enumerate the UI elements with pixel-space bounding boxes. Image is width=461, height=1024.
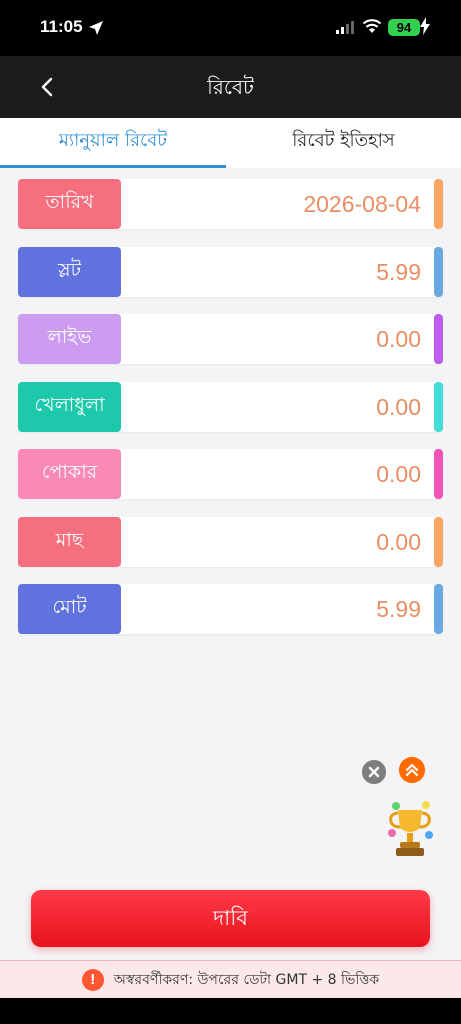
timezone-disclaimer: ! অস্বরবর্ণীকরণ: উপরের ডেটা GMT + 8 ভিত্… [0,960,461,998]
row-label: স্লট [18,246,121,297]
location-arrow-icon [89,21,103,35]
row-poker: পোকার 0.00 [18,449,443,499]
row-value: 5.99 [376,258,421,285]
charging-bolt-icon [420,17,430,35]
row-value: 0.00 [376,326,421,352]
row-label: তারিখ [18,179,121,229]
row-color-stripe [434,179,443,229]
row-color-stripe [434,314,443,364]
row-color-stripe [434,449,443,499]
row-label: পোকার [18,449,121,499]
row-label: খেলাধুলা [18,381,121,432]
disclaimer-text: অস্বরবর্ণীকরণ: উপরের ডেটা GMT + 8 ভিত্তি… [113,971,380,988]
row-value: 2026-08-04 [303,191,421,217]
claim-button[interactable]: দাবি [31,890,430,947]
row-label: মাছ [18,516,121,567]
battery-icon: 94 [388,19,420,36]
nav-bar: রিবেট [0,56,461,118]
wifi-icon [362,19,382,33]
row-color-stripe [434,381,443,432]
status-time: 11:05 [40,17,83,36]
row-value: 0.00 [376,461,421,487]
tab-manual-rebate[interactable]: ম্যানুয়াল রিবেট [0,118,226,168]
close-floating-icon[interactable] [362,760,386,784]
rebate-rows: তারিখ 2026-08-04 স্লট 5.99 লাইভ 0.00 খেল… [18,179,443,652]
row-date: তারিখ 2026-08-04 [18,179,443,229]
page-title: রিবেট [207,75,254,99]
row-color-stripe [434,246,443,297]
trophy-icon[interactable] [384,800,436,860]
row-value: 5.99 [376,596,421,622]
row-color-stripe [434,516,443,567]
scroll-to-top-icon[interactable] [399,757,425,783]
warning-icon: ! [81,968,104,991]
row-sports: খেলাধুলা 0.00 [18,381,443,432]
tab-bar: ম্যানুয়াল রিবেট রিবেট ইতিহাস [0,118,461,168]
row-label: লাইভ [18,314,121,364]
cellular-signal-icon [336,20,354,34]
row-live: লাইভ 0.00 [18,314,443,364]
row-value: 0.00 [376,528,421,555]
row-label: মোট [18,584,121,634]
row-fish: মাছ 0.00 [18,516,443,567]
row-color-stripe [434,584,443,634]
row-slot: স্লট 5.99 [18,246,443,297]
row-total: মোট 5.99 [18,584,443,634]
row-value: 0.00 [376,393,421,420]
status-bar: 11:05 94 [0,0,461,56]
home-indicator-area [0,998,461,1024]
tab-rebate-history[interactable]: রিবেট ইতিহাস [226,118,461,168]
